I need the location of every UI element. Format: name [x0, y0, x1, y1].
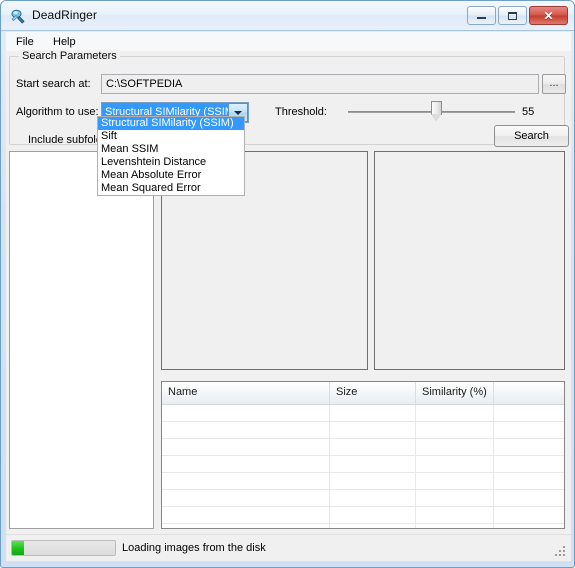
app-icon	[10, 8, 26, 24]
column-header-name[interactable]: Name	[162, 382, 330, 404]
menu-item-help[interactable]: Help	[49, 35, 80, 49]
results-grid-header: Name Size Similarity (%)	[162, 382, 564, 405]
column-header-similarity[interactable]: Similarity (%)	[416, 382, 494, 404]
table-cell	[416, 439, 494, 456]
table-cell	[162, 524, 330, 528]
table-cell	[330, 422, 416, 439]
table-cell	[494, 507, 564, 524]
table-row[interactable]	[162, 422, 564, 439]
grip-dot	[559, 554, 561, 556]
table-cell	[330, 456, 416, 473]
progress-bar	[11, 540, 116, 556]
resize-grip[interactable]	[555, 546, 568, 559]
minimize-button[interactable]	[467, 6, 496, 25]
table-cell	[494, 490, 564, 507]
chevron-down-icon	[234, 110, 242, 115]
threshold-slider-thumb[interactable]	[430, 101, 443, 122]
table-cell	[162, 473, 330, 490]
threshold-value: 55	[522, 106, 535, 118]
file-list-panel[interactable]	[9, 151, 154, 529]
preview-pane-right[interactable]	[374, 151, 565, 370]
table-cell	[162, 439, 330, 456]
menu-bar: File Help	[6, 32, 571, 51]
dropdown-option-3[interactable]: Levenshtein Distance	[98, 156, 244, 169]
table-cell	[162, 422, 330, 439]
table-cell	[330, 473, 416, 490]
algorithm-dropdown-list[interactable]: Structural SIMilarity (SSIM) Sift Mean SSI…	[97, 116, 245, 196]
table-cell	[494, 422, 564, 439]
table-cell	[162, 405, 330, 422]
maximize-icon	[499, 7, 526, 24]
grip-dot	[555, 554, 557, 556]
table-cell	[162, 456, 330, 473]
table-cell	[416, 524, 494, 528]
dropdown-option-4[interactable]: Mean Absolute Error	[98, 169, 244, 182]
table-cell	[330, 405, 416, 422]
dropdown-option-5[interactable]: Mean Squared Error	[98, 182, 244, 195]
table-row[interactable]	[162, 456, 564, 473]
menu-item-file[interactable]: File	[12, 35, 38, 49]
table-cell	[494, 439, 564, 456]
table-cell	[330, 439, 416, 456]
table-cell	[416, 473, 494, 490]
minimize-icon	[468, 7, 495, 24]
table-cell	[494, 473, 564, 490]
table-cell	[162, 507, 330, 524]
table-cell	[494, 456, 564, 473]
client-area: Search Parameters Start search at: ... A…	[6, 50, 571, 534]
grip-dot	[563, 550, 565, 552]
progress-bar-fill	[12, 541, 25, 555]
close-icon: ✕	[543, 8, 554, 23]
column-header-blank[interactable]	[494, 382, 564, 404]
close-button[interactable]: ✕	[529, 6, 568, 25]
table-cell	[416, 405, 494, 422]
dropdown-option-0[interactable]: Structural SIMilarity (SSIM)	[98, 117, 244, 130]
table-row[interactable]	[162, 524, 564, 528]
table-cell	[330, 524, 416, 528]
column-header-size[interactable]: Size	[330, 382, 416, 404]
browse-button[interactable]: ...	[542, 74, 566, 94]
search-button[interactable]: Search	[494, 125, 569, 147]
grip-dot	[563, 546, 565, 548]
table-cell	[494, 405, 564, 422]
application-window: DeadRinger ✕ File Help Search Parameters…	[0, 0, 575, 568]
table-row[interactable]	[162, 507, 564, 524]
table-cell	[416, 507, 494, 524]
results-grid-body	[162, 405, 564, 528]
table-cell	[330, 490, 416, 507]
status-message: Loading images from the disk	[122, 542, 266, 554]
table-cell	[416, 456, 494, 473]
window-title: DeadRinger	[32, 8, 98, 22]
table-row[interactable]	[162, 490, 564, 507]
title-bar: DeadRinger ✕	[1, 1, 574, 31]
dropdown-option-2[interactable]: Mean SSIM	[98, 143, 244, 156]
table-cell	[330, 507, 416, 524]
grip-dot	[559, 550, 561, 552]
status-bar: Loading images from the disk	[6, 534, 571, 561]
table-row[interactable]	[162, 473, 564, 490]
table-row[interactable]	[162, 439, 564, 456]
search-path-input[interactable]	[101, 74, 539, 94]
maximize-button[interactable]	[498, 6, 527, 25]
table-cell	[162, 490, 330, 507]
search-parameters-group: Search Parameters Start search at: ... A…	[9, 50, 569, 147]
table-row[interactable]	[162, 405, 564, 422]
threshold-label: Threshold:	[275, 106, 327, 118]
algorithm-label: Algorithm to use:	[16, 106, 99, 118]
grip-dot	[563, 554, 565, 556]
group-legend: Search Parameters	[19, 50, 120, 62]
table-cell	[494, 524, 564, 528]
results-grid[interactable]: Name Size Similarity (%)	[161, 381, 565, 529]
dropdown-option-1[interactable]: Sift	[98, 130, 244, 143]
table-cell	[416, 490, 494, 507]
path-label: Start search at:	[16, 78, 91, 90]
table-cell	[416, 422, 494, 439]
